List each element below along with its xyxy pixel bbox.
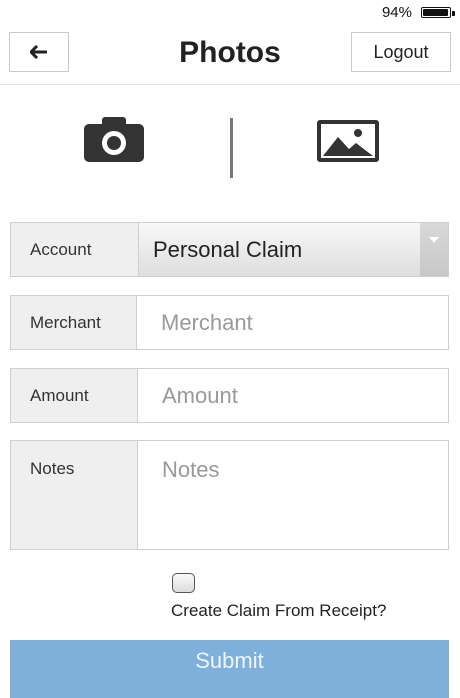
status-bar: 94% — [0, 0, 460, 24]
create-claim-checkbox[interactable] — [172, 573, 195, 593]
camera-icon — [84, 117, 144, 162]
camera-button[interactable] — [82, 115, 146, 168]
merchant-row: Merchant Merchant — [10, 295, 449, 350]
chevron-down-icon — [420, 223, 448, 276]
notes-textarea[interactable]: Notes — [138, 441, 448, 549]
gallery-button[interactable] — [316, 119, 380, 168]
amount-row: Amount Amount — [10, 368, 449, 423]
submit-label: Submit — [195, 648, 264, 673]
amount-input[interactable]: Amount — [138, 369, 448, 422]
merchant-label: Merchant — [11, 296, 137, 349]
logout-button[interactable]: Logout — [351, 32, 451, 72]
account-select[interactable]: Personal Claim — [139, 223, 448, 276]
notes-label: Notes — [11, 441, 138, 549]
amount-label: Amount — [11, 369, 138, 422]
account-row: Account Personal Claim — [10, 222, 449, 277]
submit-button[interactable]: Submit — [10, 640, 449, 698]
battery-icon — [421, 7, 455, 18]
image-icon — [317, 120, 379, 162]
media-divider — [230, 118, 233, 178]
account-select-value: Personal Claim — [153, 236, 303, 262]
create-claim-label: Create Claim From Receipt? — [171, 601, 387, 620]
notes-row: Notes Notes — [10, 440, 449, 550]
header-bar: Photos Logout — [0, 24, 460, 85]
merchant-input[interactable]: Merchant — [137, 296, 448, 349]
battery-percentage: 94% — [381, 4, 412, 21]
account-label: Account — [11, 223, 139, 276]
